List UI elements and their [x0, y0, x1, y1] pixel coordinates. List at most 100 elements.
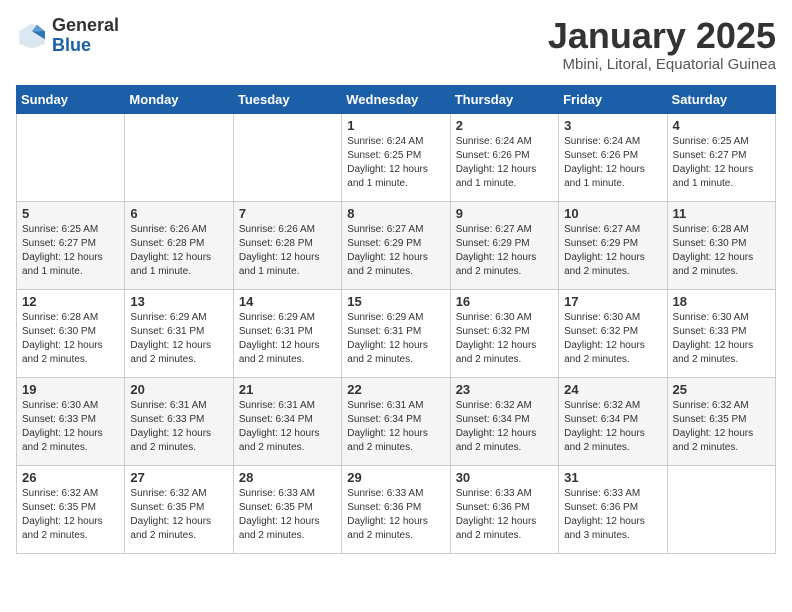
- calendar-cell: 26 Sunrise: 6:32 AM Sunset: 6:35 PM Dayli…: [17, 465, 125, 553]
- day-of-week-friday: Friday: [559, 85, 667, 113]
- day-number: 28: [239, 470, 336, 485]
- day-number: 10: [564, 206, 661, 221]
- calendar-cell: 13Sunrise: 6:29 AM Sunset: 6:31 PM Dayli…: [125, 289, 233, 377]
- logo-text: General Blue: [52, 16, 119, 56]
- day-info: Sunrise: 6:30 AM Sunset: 6:32 PM Dayligh…: [456, 311, 553, 367]
- logo: General Blue: [16, 16, 119, 56]
- day-number: 4: [673, 118, 770, 133]
- day-info: Sunrise: 6:24 AM Sunset: 6:26 PM Dayligh…: [456, 135, 553, 191]
- day-info: Sunrise: 6:32 AM Sunset: 6:34 PM Dayligh…: [456, 399, 553, 455]
- day-info: Sunrise: 6:33 AM Sunset: 6:35 PM Dayligh…: [239, 487, 336, 543]
- calendar-cell: 17 Sunrise: 6:30 AM Sunset: 6:32 PM Dayli…: [559, 289, 667, 377]
- calendar-header: SundayMondayTuesdayWednesdayThursdayFrid…: [17, 85, 776, 113]
- calendar-cell: 24Sunrise: 6:32 AM Sunset: 6:34 PM Dayli…: [559, 377, 667, 465]
- day-number: 31: [564, 470, 661, 485]
- calendar-cell: [233, 113, 341, 201]
- calendar-cell: 12Sunrise: 6:28 AM Sunset: 6:30 PM Dayli…: [17, 289, 125, 377]
- day-info: Sunrise: 6:24 AM Sunset: 6:25 PM Dayligh…: [347, 135, 444, 191]
- calendar-cell: 19 Sunrise: 6:30 AM Sunset: 6:33 PM Dayli…: [17, 377, 125, 465]
- calendar-cell: 18 Sunrise: 6:30 AM Sunset: 6:33 PM Dayli…: [667, 289, 775, 377]
- calendar-cell: 30 Sunrise: 6:33 AM Sunset: 6:36 PM Dayli…: [450, 465, 558, 553]
- calendar-cell: 29Sunrise: 6:33 AM Sunset: 6:36 PM Dayli…: [342, 465, 450, 553]
- day-of-week-tuesday: Tuesday: [233, 85, 341, 113]
- calendar-cell: 1 Sunrise: 6:24 AM Sunset: 6:25 PM Daylig…: [342, 113, 450, 201]
- day-number: 8: [347, 206, 444, 221]
- calendar-cell: 4 Sunrise: 6:25 AM Sunset: 6:27 PM Daylig…: [667, 113, 775, 201]
- calendar-week-3: 12Sunrise: 6:28 AM Sunset: 6:30 PM Dayli…: [17, 289, 776, 377]
- calendar-cell: 8Sunrise: 6:27 AM Sunset: 6:29 PM Daylig…: [342, 201, 450, 289]
- days-of-week-row: SundayMondayTuesdayWednesdayThursdayFrid…: [17, 85, 776, 113]
- calendar-cell: 25Sunrise: 6:32 AM Sunset: 6:35 PM Dayli…: [667, 377, 775, 465]
- calendar-cell: 6 Sunrise: 6:26 AM Sunset: 6:28 PM Daylig…: [125, 201, 233, 289]
- day-of-week-thursday: Thursday: [450, 85, 558, 113]
- calendar-cell: 16Sunrise: 6:30 AM Sunset: 6:32 PM Dayli…: [450, 289, 558, 377]
- day-info: Sunrise: 6:32 AM Sunset: 6:35 PM Dayligh…: [673, 399, 770, 455]
- day-info: Sunrise: 6:29 AM Sunset: 6:31 PM Dayligh…: [239, 311, 336, 367]
- day-number: 3: [564, 118, 661, 133]
- calendar-week-4: 19 Sunrise: 6:30 AM Sunset: 6:33 PM Dayli…: [17, 377, 776, 465]
- logo-icon: [16, 20, 48, 52]
- day-of-week-monday: Monday: [125, 85, 233, 113]
- day-info: Sunrise: 6:29 AM Sunset: 6:31 PM Dayligh…: [130, 311, 227, 367]
- location-subtitle: Mbini, Litoral, Equatorial Guinea: [548, 56, 776, 73]
- calendar-cell: 15Sunrise: 6:29 AM Sunset: 6:31 PM Dayli…: [342, 289, 450, 377]
- day-info: Sunrise: 6:32 AM Sunset: 6:34 PM Dayligh…: [564, 399, 661, 455]
- day-info: Sunrise: 6:28 AM Sunset: 6:30 PM Dayligh…: [22, 311, 119, 367]
- day-number: 19: [22, 382, 119, 397]
- day-info: Sunrise: 6:30 AM Sunset: 6:33 PM Dayligh…: [22, 399, 119, 455]
- day-info: Sunrise: 6:27 AM Sunset: 6:29 PM Dayligh…: [564, 223, 661, 279]
- day-info: Sunrise: 6:26 AM Sunset: 6:28 PM Dayligh…: [130, 223, 227, 279]
- calendar-cell: 28 Sunrise: 6:33 AM Sunset: 6:35 PM Dayli…: [233, 465, 341, 553]
- day-info: Sunrise: 6:32 AM Sunset: 6:35 PM Dayligh…: [130, 487, 227, 543]
- day-number: 11: [673, 206, 770, 221]
- day-info: Sunrise: 6:31 AM Sunset: 6:34 PM Dayligh…: [347, 399, 444, 455]
- day-info: Sunrise: 6:26 AM Sunset: 6:28 PM Dayligh…: [239, 223, 336, 279]
- day-number: 17: [564, 294, 661, 309]
- calendar-cell: 2 Sunrise: 6:24 AM Sunset: 6:26 PM Daylig…: [450, 113, 558, 201]
- day-number: 2: [456, 118, 553, 133]
- month-title: January 2025: [548, 16, 776, 56]
- day-info: Sunrise: 6:25 AM Sunset: 6:27 PM Dayligh…: [22, 223, 119, 279]
- calendar-cell: [17, 113, 125, 201]
- calendar-cell: [125, 113, 233, 201]
- day-number: 23: [456, 382, 553, 397]
- calendar-cell: 22 Sunrise: 6:31 AM Sunset: 6:34 PM Dayli…: [342, 377, 450, 465]
- day-of-week-sunday: Sunday: [17, 85, 125, 113]
- day-number: 26: [22, 470, 119, 485]
- day-info: Sunrise: 6:28 AM Sunset: 6:30 PM Dayligh…: [673, 223, 770, 279]
- day-info: Sunrise: 6:33 AM Sunset: 6:36 PM Dayligh…: [564, 487, 661, 543]
- title-section: January 2025 Mbini, Litoral, Equatorial …: [548, 16, 776, 73]
- day-info: Sunrise: 6:32 AM Sunset: 6:35 PM Dayligh…: [22, 487, 119, 543]
- calendar-cell: 14Sunrise: 6:29 AM Sunset: 6:31 PM Dayli…: [233, 289, 341, 377]
- day-info: Sunrise: 6:29 AM Sunset: 6:31 PM Dayligh…: [347, 311, 444, 367]
- day-info: Sunrise: 6:30 AM Sunset: 6:33 PM Dayligh…: [673, 311, 770, 367]
- page-header: General Blue January 2025 Mbini, Litoral…: [16, 16, 776, 73]
- logo-general-text: General: [52, 16, 119, 36]
- day-info: Sunrise: 6:30 AM Sunset: 6:32 PM Dayligh…: [564, 311, 661, 367]
- day-info: Sunrise: 6:27 AM Sunset: 6:29 PM Dayligh…: [456, 223, 553, 279]
- day-info: Sunrise: 6:25 AM Sunset: 6:27 PM Dayligh…: [673, 135, 770, 191]
- day-info: Sunrise: 6:33 AM Sunset: 6:36 PM Dayligh…: [456, 487, 553, 543]
- calendar-cell: 20 Sunrise: 6:31 AM Sunset: 6:33 PM Dayli…: [125, 377, 233, 465]
- day-info: Sunrise: 6:33 AM Sunset: 6:36 PM Dayligh…: [347, 487, 444, 543]
- day-info: Sunrise: 6:24 AM Sunset: 6:26 PM Dayligh…: [564, 135, 661, 191]
- day-number: 30: [456, 470, 553, 485]
- day-number: 21: [239, 382, 336, 397]
- day-number: 9: [456, 206, 553, 221]
- day-number: 18: [673, 294, 770, 309]
- calendar-cell: 21 Sunrise: 6:31 AM Sunset: 6:34 PM Dayli…: [233, 377, 341, 465]
- day-number: 20: [130, 382, 227, 397]
- day-number: 1: [347, 118, 444, 133]
- day-info: Sunrise: 6:31 AM Sunset: 6:34 PM Dayligh…: [239, 399, 336, 455]
- calendar-cell: 23 Sunrise: 6:32 AM Sunset: 6:34 PM Dayli…: [450, 377, 558, 465]
- calendar-cell: 10 Sunrise: 6:27 AM Sunset: 6:29 PM Dayli…: [559, 201, 667, 289]
- calendar-cell: 9 Sunrise: 6:27 AM Sunset: 6:29 PM Daylig…: [450, 201, 558, 289]
- day-number: 27: [130, 470, 227, 485]
- calendar-cell: 5Sunrise: 6:25 AM Sunset: 6:27 PM Daylig…: [17, 201, 125, 289]
- day-info: Sunrise: 6:31 AM Sunset: 6:33 PM Dayligh…: [130, 399, 227, 455]
- day-number: 22: [347, 382, 444, 397]
- calendar-cell: 11 Sunrise: 6:28 AM Sunset: 6:30 PM Dayli…: [667, 201, 775, 289]
- calendar-body: 1 Sunrise: 6:24 AM Sunset: 6:25 PM Daylig…: [17, 113, 776, 553]
- calendar-cell: 31 Sunrise: 6:33 AM Sunset: 6:36 PM Dayli…: [559, 465, 667, 553]
- day-number: 6: [130, 206, 227, 221]
